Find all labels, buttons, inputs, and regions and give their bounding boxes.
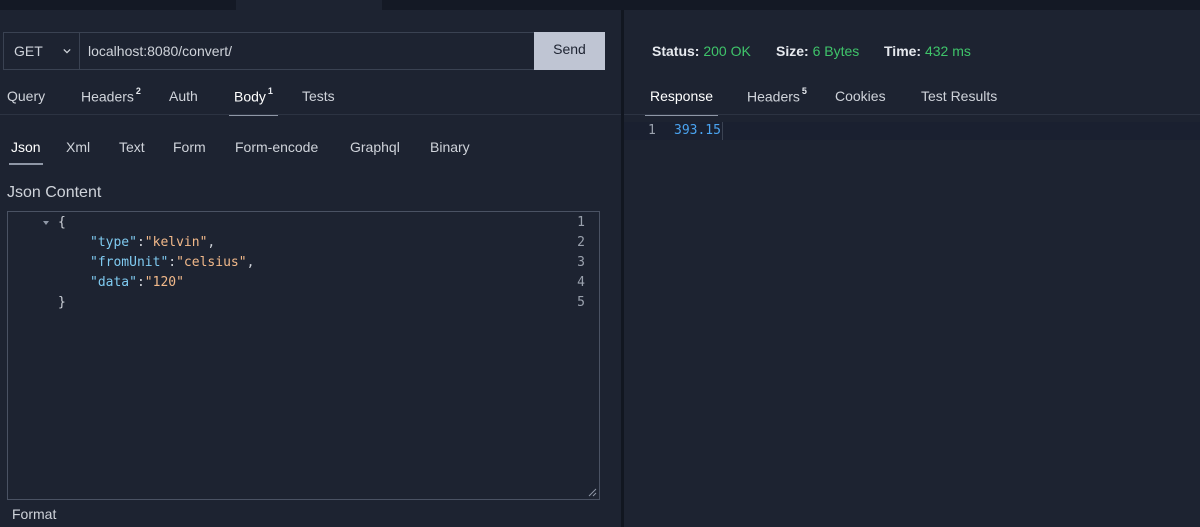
text-cursor (722, 122, 723, 140)
json-comma: , (246, 255, 255, 270)
response-value: 393.15 (674, 123, 721, 138)
tab-auth[interactable]: Auth (169, 88, 198, 104)
method-select[interactable]: GET (3, 32, 80, 70)
response-tabs: Response Headers 5 Cookies Test Results (624, 86, 1200, 116)
tabs-divider (0, 114, 621, 115)
size-readout: Size: 6 Bytes (776, 43, 859, 59)
line-number: 4 (577, 275, 585, 290)
fold-arrow-icon[interactable] (42, 219, 50, 227)
tab-count-badge: 2 (135, 86, 141, 96)
json-value: "celsius" (176, 255, 247, 270)
json-key: "fromUnit" (90, 255, 169, 270)
tab-label: Response (650, 88, 714, 104)
chevron-down-icon (63, 48, 71, 54)
method-value: GET (14, 43, 43, 59)
tab-cookies[interactable]: Cookies (835, 88, 886, 104)
time-readout: Time: 432 ms (884, 43, 971, 59)
tab-label: Cookies (835, 88, 886, 104)
json-editor[interactable]: 1 { 2 "type":"kelvin", 3 "fromUnit":"cel… (7, 211, 600, 500)
size-value: 6 Bytes (812, 43, 860, 59)
response-body-line: 1 393.15 (624, 122, 1200, 140)
tab-label: Headers (81, 88, 134, 105)
tab-response[interactable]: Response (644, 88, 719, 116)
body-type-json[interactable]: Json (9, 139, 43, 165)
line-number: 1 (648, 123, 656, 138)
json-content-label: Json Content (7, 184, 102, 201)
code-text: } (58, 295, 66, 310)
json-key: "type" (90, 235, 137, 250)
tab-test-results[interactable]: Test Results (921, 88, 997, 104)
json-key: "data" (90, 275, 137, 290)
tab-tests[interactable]: Tests (302, 88, 335, 104)
top-strip-tab (236, 0, 382, 10)
status-value: 200 OK (703, 43, 751, 59)
status-label: Status: (652, 43, 700, 59)
line-number: 5 (577, 295, 585, 310)
url-input[interactable]: localhost:8080/convert/ (80, 32, 536, 70)
window-top-strip (0, 0, 1200, 10)
response-pane: Status: 200 OK Size: 6 Bytes Time: 432 m… (624, 10, 1200, 527)
tab-query[interactable]: Query (7, 88, 45, 104)
tab-count-badge: 1 (267, 86, 273, 96)
editor-line: 5 } (8, 295, 599, 315)
json-colon: : (168, 255, 177, 270)
tab-label: Auth (169, 88, 198, 104)
body-type-form[interactable]: Form (173, 139, 206, 155)
time-value: 432 ms (924, 43, 971, 59)
response-tabs-divider (624, 114, 1200, 115)
json-value: "120" (144, 275, 184, 290)
line-number: 2 (577, 235, 585, 250)
url-bar: GET localhost:8080/convert/ Send (3, 32, 605, 70)
line-number: 3 (577, 255, 585, 270)
time-label: Time: (884, 43, 922, 59)
tab-label: Query (7, 88, 46, 104)
body-type-tabs: Json Xml Text Form Form-encode Graphql B… (0, 139, 600, 169)
code-text: "data":"120" (90, 275, 184, 290)
tab-label: Test Results (921, 88, 998, 104)
status-readout: Status: 200 OK (652, 43, 751, 59)
editor-line: 4 "data":"120" (8, 275, 599, 295)
editor-line: 3 "fromUnit":"celsius", (8, 255, 599, 275)
tab-body[interactable]: Body 1 (229, 86, 278, 116)
tab-label: Tests (302, 88, 335, 104)
line-number: 1 (577, 215, 585, 230)
code-text: { (58, 215, 66, 230)
tab-count-badge: 5 (801, 86, 807, 96)
tab-response-headers[interactable]: Headers 5 (747, 86, 807, 105)
tab-label: Headers (747, 88, 800, 105)
json-value: "kelvin" (144, 235, 208, 250)
request-pane: GET localhost:8080/convert/ Send Query H… (0, 10, 622, 527)
tab-headers[interactable]: Headers 2 (81, 86, 141, 105)
editor-line: 1 { (8, 215, 599, 235)
size-label: Size: (776, 43, 809, 59)
resize-handle-icon[interactable] (588, 488, 597, 497)
code-text: "fromUnit":"celsius", (90, 255, 254, 270)
body-type-form-encode[interactable]: Form-encode (235, 139, 318, 155)
json-colon: : (136, 235, 145, 250)
editor-line: 2 "type":"kelvin", (8, 235, 599, 255)
tab-label: Body (234, 88, 266, 105)
body-type-xml[interactable]: Xml (66, 139, 90, 155)
request-tabs: Query Headers 2 Auth Body 1 Tests (0, 86, 620, 116)
json-comma: , (207, 235, 216, 250)
code-text: "type":"kelvin", (90, 235, 215, 250)
json-colon: : (136, 275, 145, 290)
body-type-binary[interactable]: Binary (430, 139, 470, 155)
format-button[interactable]: Format (12, 506, 56, 522)
body-type-text[interactable]: Text (119, 139, 145, 155)
send-button[interactable]: Send (534, 32, 605, 70)
body-type-graphql[interactable]: Graphql (350, 139, 400, 155)
